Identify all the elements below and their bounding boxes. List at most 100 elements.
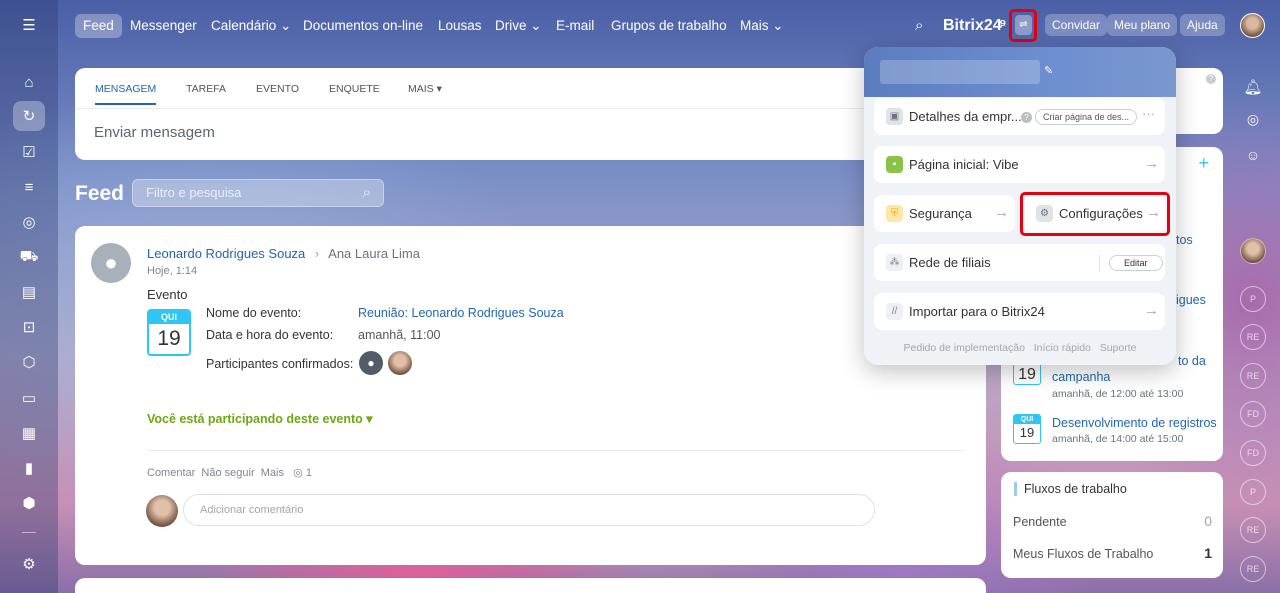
nav-calendar[interactable]: Calendário ⌄ <box>211 14 291 38</box>
workflows-title[interactable]: Fluxos de trabalho <box>1014 482 1127 496</box>
event-calendar-icon: QUI 19 <box>147 309 191 356</box>
chat-icon[interactable]: ☺ <box>1240 142 1266 168</box>
divider <box>75 108 955 109</box>
cal-day: 19 <box>157 327 181 350</box>
search-icon[interactable]: ⌕ <box>915 14 923 38</box>
contact-badge[interactable]: RE <box>1240 324 1266 350</box>
home-icon[interactable]: ⌂ <box>13 67 45 97</box>
widget-card: ? <box>1176 68 1223 134</box>
event-title[interactable]: Desenvolvimento de registros <box>1052 416 1217 430</box>
hexagon-icon[interactable]: ⬢ <box>13 488 45 518</box>
pending-label[interactable]: Pendente <box>1013 515 1067 529</box>
add-icon[interactable]: + <box>1198 153 1209 174</box>
robot-icon[interactable]: ⊡ <box>13 312 45 342</box>
import-row[interactable]: // Importar para o Bitrix24 → <box>874 293 1165 330</box>
participants-label: Participantes confirmados: <box>206 357 354 371</box>
menu-icon[interactable]: ☰ <box>13 10 45 40</box>
contact-badge[interactable]: FD <box>1240 440 1266 466</box>
nav-email[interactable]: E-mail <box>556 14 594 38</box>
nav-boards[interactable]: Lousas <box>438 14 482 38</box>
nav-workgroups[interactable]: Grupos de trabalho <box>611 14 727 38</box>
help-button[interactable]: Ajuda <box>1180 14 1225 36</box>
nav-drive[interactable]: Drive ⌄ <box>495 14 542 38</box>
participant-avatar[interactable]: ● <box>359 351 383 375</box>
comment-input[interactable]: Adicionar comentário <box>183 494 875 526</box>
event-time: amanhã, de 14:00 até 15:00 <box>1052 433 1184 445</box>
company-name-field <box>880 60 1040 84</box>
create-page-button[interactable]: Criar página de des... <box>1035 109 1138 125</box>
participation-label: Você está participando deste evento <box>147 412 363 426</box>
home-page-row[interactable]: ▪ Página inicial: Vibe → <box>874 146 1165 183</box>
feed-icon[interactable]: ↻ <box>13 101 45 131</box>
invite-button[interactable]: Convidar <box>1045 14 1108 36</box>
pending-count: 0 <box>1204 513 1212 529</box>
calendar-icon[interactable]: ▦ <box>13 418 45 448</box>
recipient-link[interactable]: Ana Laura Lima <box>328 246 420 261</box>
message-input[interactable]: Enviar mensagem <box>94 124 215 141</box>
contact-badge[interactable]: P <box>1240 479 1266 505</box>
tasks-icon[interactable]: ☑ <box>13 137 45 167</box>
cal-day: 19 <box>1019 425 1035 440</box>
participant-avatar[interactable] <box>388 351 412 375</box>
bell-icon[interactable]: 🔔︎ <box>1240 74 1266 100</box>
plan-button[interactable]: Meu plano <box>1107 14 1178 36</box>
settings-toggle-icon[interactable]: ⇌ <box>1015 15 1032 35</box>
analytics-icon[interactable]: ▮ <box>13 453 45 483</box>
event-date-label: Data e hora do evento: <box>206 328 334 342</box>
search-icon[interactable]: ⌕ <box>363 180 371 206</box>
box-icon[interactable]: ⬡ <box>13 347 45 377</box>
comment-link[interactable]: Comentar <box>147 467 195 479</box>
crm-icon[interactable]: ◎ <box>13 207 45 237</box>
fingerprint-icon[interactable]: ◎ <box>1240 106 1266 132</box>
filter-icon[interactable]: ≡ <box>13 172 45 202</box>
cart-icon[interactable]: ⛟ <box>13 242 45 272</box>
event-title-a[interactable]: to da <box>1178 354 1206 368</box>
security-row[interactable]: ⛨ Segurança → <box>874 195 1015 232</box>
author-avatar[interactable]: ● <box>91 243 131 283</box>
post-time[interactable]: Hoje, 1:14 <box>147 265 197 277</box>
contacts-icon[interactable]: ▤ <box>13 277 45 307</box>
security-label: Segurança <box>909 206 972 221</box>
post-actions: Comentar Não seguir Mais ◎ 1 <box>147 466 312 479</box>
my-workflows-label[interactable]: Meus Fluxos de Trabalho <box>1013 547 1153 561</box>
contact-badge[interactable]: RE <box>1240 556 1266 582</box>
user-avatar[interactable] <box>1240 13 1265 38</box>
author-link[interactable]: Leonardo Rodrigues Souza <box>147 246 305 261</box>
archive-icon[interactable]: ▭ <box>13 383 45 413</box>
unfollow-link[interactable]: Não seguir <box>201 467 254 479</box>
participation-status[interactable]: Você está participando deste evento ▾ <box>147 411 373 426</box>
tab-event[interactable]: EVENTO <box>256 83 299 95</box>
event-name-value[interactable]: Reunião: Leonardo Rodrigues Souza <box>358 306 564 320</box>
nav-more[interactable]: Mais ⌄ <box>740 14 784 38</box>
contact-badge[interactable]: FD <box>1240 401 1266 427</box>
quickstart-link[interactable]: Início rápido <box>1034 342 1091 354</box>
branch-network-row[interactable]: ⁂ Rede de filiais Editar <box>874 244 1165 281</box>
tab-poll[interactable]: ENQUETE <box>329 83 380 95</box>
implementation-link[interactable]: Pedido de implementação <box>904 342 1025 354</box>
tab-task[interactable]: TAREFA <box>186 83 226 95</box>
help-icon[interactable]: ? <box>1021 112 1032 123</box>
event-date-value: amanhã, 11:00 <box>358 328 441 342</box>
event-partial-title[interactable]: tos <box>1176 233 1193 247</box>
nav-documents[interactable]: Documentos on-line <box>303 14 423 38</box>
nav-drive-label: Drive <box>495 18 527 33</box>
edit-icon[interactable]: ✎ <box>1044 64 1053 77</box>
nav-feed[interactable]: Feed <box>75 14 122 38</box>
gear-icon[interactable]: ⚙ <box>13 549 45 579</box>
event-title-b[interactable]: campanha <box>1052 370 1110 384</box>
contact-badge[interactable]: P <box>1240 286 1266 312</box>
tab-more[interactable]: MAIS ▾ <box>408 83 442 95</box>
event-partial-title[interactable]: igues <box>1176 293 1206 307</box>
more-icon[interactable]: ··· <box>1142 106 1155 121</box>
contact-avatar[interactable] <box>1240 238 1266 264</box>
search-input[interactable]: Filtro e pesquisa ⌕ <box>132 179 384 207</box>
support-link[interactable]: Suporte <box>1100 342 1137 354</box>
company-details-row[interactable]: ▣ Detalhes da empr... ? Criar página de … <box>874 98 1165 135</box>
edit-button[interactable]: Editar <box>1109 255 1163 271</box>
help-icon[interactable]: ? <box>1206 74 1216 84</box>
tab-message[interactable]: MENSAGEM <box>95 83 157 105</box>
more-link[interactable]: Mais <box>261 467 284 479</box>
contact-badge[interactable]: RE <box>1240 363 1266 389</box>
nav-messenger[interactable]: Messenger <box>130 14 197 38</box>
contact-badge[interactable]: RE <box>1240 517 1266 543</box>
